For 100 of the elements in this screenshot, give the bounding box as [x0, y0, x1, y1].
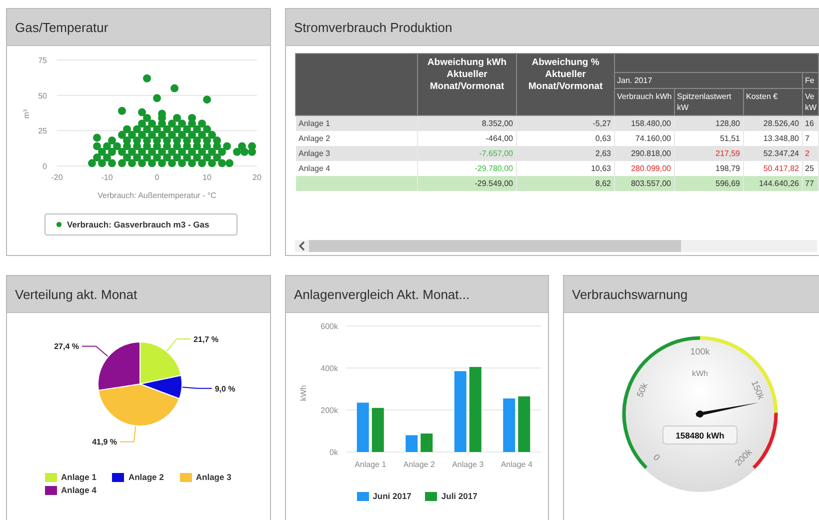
tick-label: 25	[38, 126, 47, 136]
bar	[372, 408, 384, 452]
data-point	[203, 96, 211, 104]
table-cell: 198,79	[674, 161, 744, 176]
scroll-left-icon[interactable]	[298, 241, 306, 251]
table-cell: -7.657,00	[418, 146, 516, 161]
axis-title: kWh	[299, 385, 308, 401]
tick-label: 20	[252, 173, 262, 182]
bar	[518, 396, 530, 452]
data-label: 41,9 %	[92, 438, 117, 447]
table-cell: 158.480,00	[614, 116, 674, 131]
legend-label[interactable]: Anlage 2	[128, 472, 164, 482]
row-label: Anlage 3	[296, 146, 418, 161]
column-group-header: Jan. 2017	[614, 72, 802, 88]
bar	[503, 398, 516, 452]
column-header: Ve kW	[802, 88, 818, 116]
table-cell: 144.640,26	[744, 176, 802, 191]
row-label: Anlage 2	[296, 131, 418, 146]
row-label: Anlage 1	[296, 116, 418, 131]
table-cell: 25	[802, 161, 818, 176]
tick-label: 0	[154, 173, 160, 182]
table-cell: 28.526,40	[744, 116, 802, 131]
panel-title: Verbrauchswarnung	[572, 286, 688, 302]
table-cell: 52.347,24	[744, 146, 802, 161]
table-cell: 10,63	[516, 161, 614, 176]
category-label: Anlage 1	[354, 460, 386, 469]
leader-line	[181, 386, 212, 389]
column-header: Verbrauch kWh	[614, 88, 674, 116]
column-header: Abweichung kWh Aktueller Monat/Vormonat	[418, 54, 516, 116]
legend-label[interactable]: Anlage 1	[61, 472, 96, 482]
table-cell: 50.417,82	[744, 161, 802, 176]
table-cell: 51,51	[674, 131, 744, 146]
table-cell: 8.352,00	[418, 116, 516, 131]
tick-label: 75	[38, 56, 47, 65]
leader-line	[120, 425, 136, 442]
tick-label: 200k	[320, 406, 338, 415]
tick-label: 400k	[320, 364, 338, 373]
category-label: Anlage 3	[452, 460, 484, 469]
table-cell: 596,69	[674, 176, 744, 191]
column-header: Spitzenlastwert kW	[674, 88, 744, 116]
axis-title: Verbrauch: Außentemperatur - °C	[98, 191, 216, 200]
legend-swatch-icon	[112, 472, 124, 482]
legend-swatch-icon	[180, 472, 192, 482]
tick-label: 50	[38, 91, 47, 100]
data-point	[170, 84, 178, 92]
scroll-thumb[interactable]	[309, 240, 681, 252]
gauge-reading: 158480 kWh	[676, 430, 724, 440]
legend-label[interactable]: Anlage 3	[196, 472, 232, 482]
bar	[420, 434, 433, 452]
table-cell: 13.348,80	[744, 131, 802, 146]
axis-title: m³	[22, 109, 31, 119]
category-label: Anlage 2	[403, 460, 435, 469]
bar	[406, 435, 418, 452]
data-label: 9,0 %	[214, 384, 236, 394]
data-point	[153, 94, 161, 102]
panel-title: Anlagenvergleich Akt. Monat...	[294, 286, 470, 302]
table-cell: 2,63	[516, 146, 614, 161]
table-cell: 8,62	[516, 176, 614, 191]
panel-title: Stromverbrauch Produktion	[294, 20, 452, 34]
table-cell: 77	[802, 176, 818, 191]
table-cell: 128,80	[674, 116, 744, 131]
tick-label: -10	[101, 173, 113, 182]
legend-swatch-icon	[356, 492, 369, 500]
data-label: 21,7 %	[194, 334, 218, 344]
panel-title: Gas/Temperatur	[15, 20, 108, 34]
tick-label: 50k	[634, 381, 650, 399]
leader-line	[82, 346, 109, 358]
panel-title: Verteilung akt. Monat	[15, 286, 138, 302]
table-cell: 7	[802, 131, 818, 146]
table-cell: 290.818,00	[614, 146, 674, 161]
table-cell: -29.780,00	[418, 161, 516, 176]
legend-swatch-icon	[425, 492, 438, 500]
table-cell: 217,59	[674, 146, 744, 161]
data-point	[143, 74, 151, 82]
legend-swatch-icon	[45, 486, 57, 494]
legend-label: Verbrauch: Gasverbrauch m3 - Gas	[67, 220, 210, 230]
tick-label: 150k	[750, 379, 766, 401]
data-point	[118, 106, 126, 115]
category-label: Anlage 4	[500, 460, 532, 469]
table-cell: -29.549,00	[418, 176, 516, 191]
tick-label: 600k	[320, 322, 338, 331]
tick-label: 10	[202, 173, 212, 182]
data-label: 27,4 %	[54, 342, 80, 352]
tick-label: 0k	[330, 448, 338, 457]
tick-label: 100k	[690, 346, 710, 356]
table-cell: 0,63	[516, 131, 614, 146]
table-cell: 280.099,00	[614, 161, 674, 176]
legend-marker-icon	[56, 222, 62, 228]
bar	[356, 402, 369, 452]
tick-label: 0	[651, 452, 662, 463]
horizontal-scrollbar[interactable]	[295, 240, 817, 252]
row-label: Anlage 4	[296, 161, 418, 176]
table-cell: 74.160,00	[614, 131, 674, 146]
table-cell: 2	[802, 146, 818, 161]
table-cell: -464,00	[418, 131, 516, 146]
legend-label[interactable]: Juni 2017	[372, 491, 412, 501]
leader-line	[166, 338, 192, 352]
legend-label[interactable]: Juli 2017	[441, 491, 478, 501]
legend-label[interactable]: Anlage 4	[61, 485, 96, 495]
tick-label: 0	[42, 162, 47, 171]
